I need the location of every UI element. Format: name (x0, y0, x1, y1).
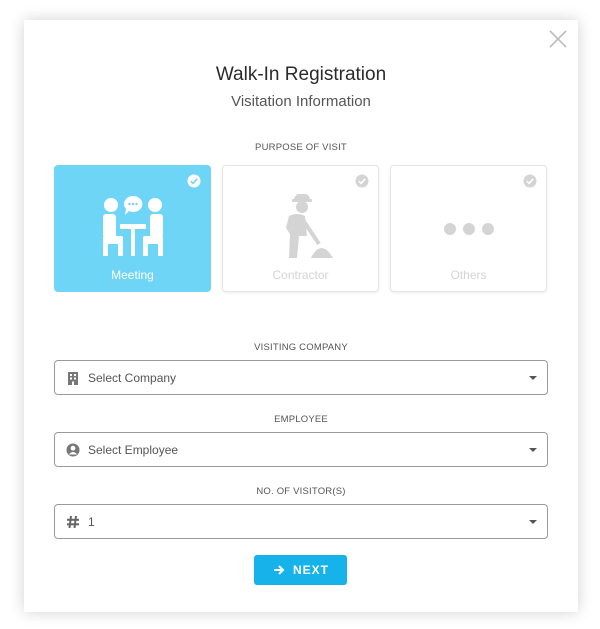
close-button[interactable] (548, 29, 568, 49)
employee-select[interactable]: Select Employee (54, 432, 548, 467)
building-icon (68, 372, 78, 385)
purpose-option-meeting[interactable]: Meeting (54, 165, 211, 292)
check-circle-icon (187, 174, 201, 188)
purpose-option-label: Meeting (111, 268, 154, 282)
chevron-down-icon (529, 376, 537, 380)
hash-icon (67, 515, 79, 529)
dialog-subtitle: Visitation Information (231, 93, 371, 110)
chevron-down-icon (529, 520, 537, 524)
contractor-icon (285, 194, 333, 258)
employee-select-placeholder: Select Employee (88, 443, 179, 457)
employee-label: EMPLOYEE (274, 414, 328, 425)
next-button[interactable]: NEXT (254, 555, 347, 585)
purpose-option-others[interactable]: Others (390, 165, 547, 292)
company-select[interactable]: Select Company (54, 360, 548, 395)
ellipsis-icon (443, 223, 494, 235)
chevron-down-icon (529, 448, 537, 452)
purpose-label: PURPOSE OF VISIT (255, 142, 347, 153)
check-circle-icon (355, 174, 369, 188)
visitors-select-value: 1 (88, 515, 95, 529)
arrow-right-icon (274, 565, 285, 575)
purpose-option-contractor[interactable]: Contractor (222, 165, 379, 292)
company-label: VISITING COMPANY (254, 342, 348, 353)
purpose-option-label: Others (450, 268, 487, 282)
close-icon (549, 30, 567, 48)
visitors-label: NO. OF VISITOR(S) (256, 486, 346, 497)
company-select-placeholder: Select Company (88, 371, 177, 385)
user-circle-icon (66, 443, 80, 457)
purpose-option-label: Contractor (272, 268, 329, 282)
visitors-select[interactable]: 1 (54, 504, 548, 539)
registration-dialog: Walk-In Registration Visitation Informat… (24, 20, 578, 612)
dialog-title: Walk-In Registration (215, 64, 387, 85)
check-circle-icon (523, 174, 537, 188)
meeting-icon (102, 195, 163, 256)
next-button-label: NEXT (293, 563, 330, 577)
